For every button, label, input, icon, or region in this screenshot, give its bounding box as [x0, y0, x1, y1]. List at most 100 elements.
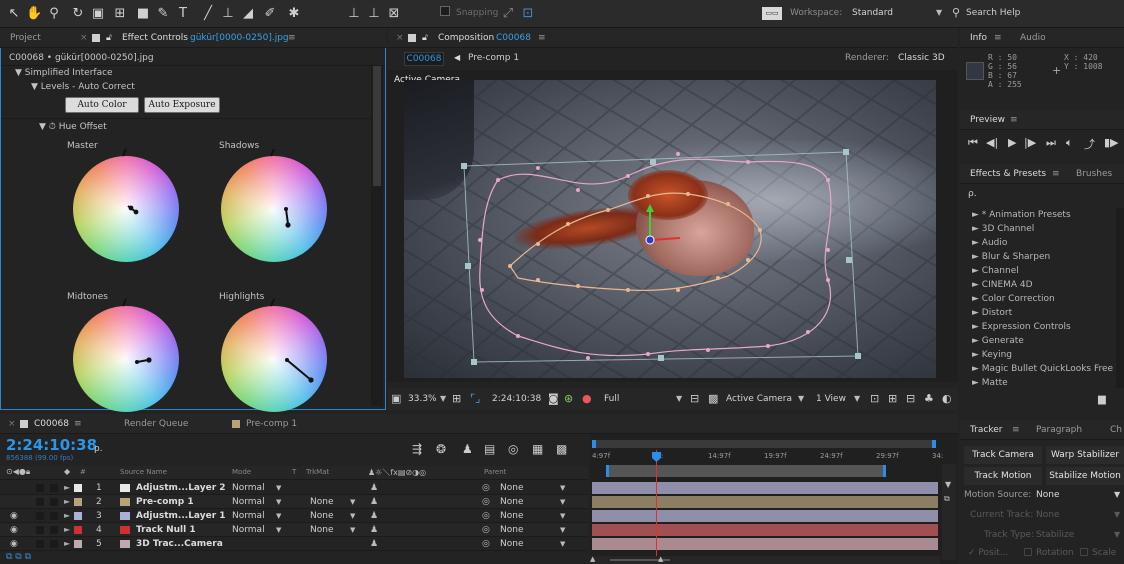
- fast-previews-icon[interactable]: ⊟: [690, 392, 699, 405]
- loop-icon[interactable]: ⤴: [1084, 136, 1095, 152]
- effects-category[interactable]: ► Matte: [960, 376, 1124, 390]
- solo-box[interactable]: [36, 540, 44, 548]
- label-color-swatch[interactable]: [74, 498, 82, 506]
- warp-stabilizer-button[interactable]: Warp Stabilizer: [1046, 446, 1124, 464]
- pan-behind-tool-icon[interactable]: ⊞: [112, 6, 128, 22]
- lock-box[interactable]: [50, 526, 58, 534]
- exposure-icon[interactable]: ◐: [942, 392, 952, 405]
- view-layout-dropdown-icon[interactable]: ▼: [854, 394, 860, 403]
- color-channel-icon[interactable]: ●: [582, 392, 592, 405]
- audio-icon[interactable]: 🔈︎: [1066, 136, 1073, 150]
- layer-trkmat[interactable]: None: [310, 509, 333, 523]
- expand-icon[interactable]: ►: [64, 481, 70, 495]
- trkmat-dropdown-icon[interactable]: ▼: [350, 509, 355, 523]
- comp-mini-flowchart-icon[interactable]: ⇶: [412, 442, 422, 456]
- eye-icon[interactable]: ◉: [10, 509, 18, 523]
- view-axis-icon[interactable]: ⊠: [386, 6, 402, 22]
- motion-blur-icon[interactable]: ◎: [508, 442, 518, 456]
- eye-icon[interactable]: ◉: [10, 537, 18, 551]
- trkmat-dropdown-icon[interactable]: ▼: [350, 495, 355, 509]
- lock-box[interactable]: [50, 512, 58, 520]
- tab-tracker[interactable]: Tracker: [970, 420, 1002, 440]
- effects-category[interactable]: ► Channel: [960, 264, 1124, 278]
- layer-duration-bar[interactable]: [592, 496, 938, 508]
- layer-trkmat[interactable]: None: [310, 495, 333, 509]
- solo-box[interactable]: [36, 526, 44, 534]
- timeline-search-input[interactable]: ρ.: [94, 444, 103, 454]
- tab-character[interactable]: Ch: [1110, 420, 1122, 440]
- close-comp-icon[interactable]: ×: [396, 28, 404, 48]
- tab-composition[interactable]: Composition: [438, 28, 494, 48]
- workspace-dropdown-icon[interactable]: ▼: [936, 8, 942, 17]
- render-icon[interactable]: ▩: [556, 442, 567, 456]
- flowchart-icon[interactable]: ♣: [924, 392, 934, 405]
- close-timeline-icon[interactable]: ×: [8, 414, 16, 434]
- preview-menu-icon[interactable]: ≡: [1010, 110, 1018, 130]
- parent-dropdown-icon[interactable]: ▼: [560, 495, 565, 509]
- snap-settings-icon[interactable]: ⊡: [520, 6, 536, 22]
- transparency-grid-icon[interactable]: ▩: [708, 392, 718, 405]
- effects-category[interactable]: ► * Animation Presets: [960, 208, 1124, 222]
- layer-duration-bar[interactable]: [592, 524, 938, 536]
- selection-tool-icon[interactable]: ↖: [6, 6, 22, 22]
- tab-effect-controls[interactable]: Effect Controls: [122, 28, 188, 48]
- layer-trkmat[interactable]: None: [310, 523, 333, 537]
- shy-switch-icon[interactable]: ♟: [370, 509, 378, 523]
- eye-icon[interactable]: ◉: [10, 523, 18, 537]
- table-row[interactable]: ► 1 Adjustm...Layer 2 Normal ▼ ♟ ◎ None ▼: [0, 481, 588, 495]
- search-help-input[interactable]: Search Help: [966, 8, 1020, 18]
- expand-icon[interactable]: ►: [64, 509, 70, 523]
- tab-info[interactable]: Info: [970, 28, 987, 48]
- current-time-display[interactable]: 2:24:10:38: [492, 394, 541, 404]
- type-tool-icon[interactable]: T: [175, 6, 191, 22]
- motion-source-dropdown-icon[interactable]: ▼: [1114, 490, 1120, 499]
- effects-search-input[interactable]: ρ.: [968, 189, 977, 199]
- snapshot-icon[interactable]: ◙: [548, 392, 559, 405]
- layer-name[interactable]: Adjustm...Layer 1: [136, 509, 226, 523]
- view-layout-select[interactable]: 1 View: [816, 394, 846, 404]
- parent-pickwhip-icon[interactable]: ◎: [482, 481, 490, 495]
- layer-parent[interactable]: None: [500, 481, 523, 495]
- label-color-swatch[interactable]: [74, 484, 82, 492]
- layer-duration-bar[interactable]: [592, 482, 938, 494]
- local-axis-icon[interactable]: ⊥: [346, 6, 362, 22]
- effects-category[interactable]: ► Expression Controls: [960, 320, 1124, 334]
- track-motion-button[interactable]: Track Motion: [964, 467, 1042, 485]
- track-camera-button[interactable]: Track Camera: [964, 446, 1042, 464]
- breadcrumb-precomp[interactable]: Pre-comp 1: [468, 53, 519, 63]
- col-source-name[interactable]: Source Name: [120, 468, 167, 476]
- breadcrumb-current[interactable]: C00068: [404, 52, 444, 66]
- work-area-bar[interactable]: [592, 440, 936, 448]
- effects-category[interactable]: ► 3D Channel: [960, 222, 1124, 236]
- trkmat-dropdown-icon[interactable]: ▼: [350, 523, 355, 537]
- tab-project[interactable]: Project: [10, 28, 41, 48]
- timeline-menu-icon[interactable]: ≡: [74, 414, 82, 434]
- mask-shape-tool-icon[interactable]: ■: [135, 6, 151, 22]
- grid-guide-icon[interactable]: ⊞: [452, 392, 461, 405]
- tab-effects-presets[interactable]: Effects & Presets: [970, 164, 1046, 184]
- tab-preview[interactable]: Preview: [970, 110, 1005, 130]
- layer-name[interactable]: 3D Trac...Camera: [136, 537, 223, 551]
- shy-switch-icon[interactable]: ♟: [370, 481, 378, 495]
- effects-scrollbar[interactable]: [1116, 208, 1124, 388]
- show-channel-icon[interactable]: ⊛: [564, 392, 573, 405]
- rotate-tool-icon[interactable]: ↻: [70, 6, 86, 22]
- mode-dropdown-icon[interactable]: ▼: [276, 495, 281, 509]
- motion-source-select[interactable]: None: [1036, 490, 1059, 500]
- parent-pickwhip-icon[interactable]: ◎: [482, 523, 490, 537]
- table-row[interactable]: ◉ ► 4 Track Null 1 Normal ▼ None ▼ ♟ ◎ None ▼: [0, 523, 588, 537]
- layer-duration-bar[interactable]: [592, 538, 938, 550]
- parent-dropdown-icon[interactable]: ▼: [560, 523, 565, 537]
- last-frame-icon[interactable]: ⏭: [1046, 136, 1056, 150]
- clone-stamp-tool-icon[interactable]: ⊥: [220, 6, 236, 22]
- mode-dropdown-icon[interactable]: ▼: [276, 509, 281, 523]
- next-frame-icon[interactable]: |▶: [1024, 136, 1036, 149]
- lock-box[interactable]: [50, 540, 58, 548]
- 3d-draft-icon[interactable]: ⊞: [888, 392, 897, 405]
- effect-controls-scrollbar[interactable]: [371, 66, 383, 406]
- hand-tool-icon[interactable]: ✋: [26, 6, 42, 22]
- lock-box[interactable]: [50, 484, 58, 492]
- effects-menu-icon[interactable]: ≡: [1052, 164, 1060, 184]
- layer-parent[interactable]: None: [500, 523, 523, 537]
- layer-mode[interactable]: Normal: [232, 495, 265, 509]
